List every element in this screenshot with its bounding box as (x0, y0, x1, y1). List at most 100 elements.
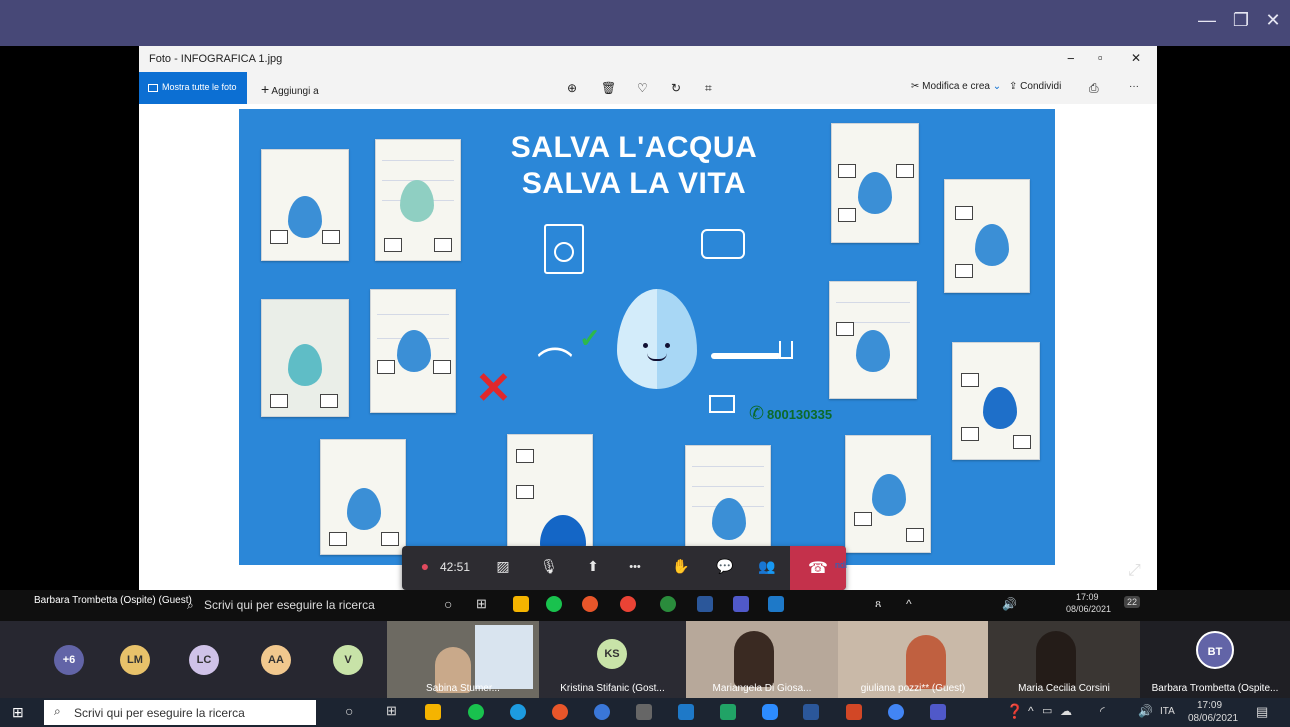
participant-video-tile[interactable]: Sabina Stumer... (387, 621, 539, 698)
teams-close-button[interactable]: ✕ (1262, 10, 1284, 30)
print-icon[interactable]: ⎙ (1089, 81, 1099, 96)
participant-name: Sabina Stumer... (426, 683, 500, 694)
chrome-icon[interactable] (552, 704, 568, 720)
add-to-button[interactable]: + Aggiungi a (261, 81, 319, 97)
infographic-image: SALVA L'ACQUA SALVA LA VITA ⌒ ✓ ✕ ✆ 8001… (239, 109, 1055, 565)
windows-start-icon[interactable]: ⊞ (12, 704, 24, 721)
clock-date[interactable]: 08/06/2021 (1188, 713, 1238, 724)
glass-icon (779, 341, 793, 359)
drawing-card (261, 299, 349, 417)
drawing-card (320, 439, 406, 555)
participant-video-tile[interactable]: giuliana pozzi** (Guest) (838, 621, 988, 698)
excel-icon[interactable] (720, 704, 736, 720)
photos-app-icon (768, 596, 784, 612)
shared-notification-badge: 22 (1124, 596, 1141, 608)
water-drop-illustration (617, 289, 697, 389)
participant-avatar[interactable]: V (333, 645, 363, 675)
participant-name: Mariangela Di Giosa... (712, 683, 812, 694)
drawing-card (375, 139, 461, 261)
rotate-icon[interactable]: ↻ (671, 81, 681, 95)
language-indicator[interactable]: ITA (1160, 706, 1175, 717)
word-icon[interactable] (803, 704, 819, 720)
delete-icon[interactable]: 🗑 (601, 81, 616, 95)
more-options-icon[interactable]: ··· (1129, 81, 1139, 92)
participant-video-tile[interactable]: Mariangela Di Giosa... (686, 621, 838, 698)
phone-hangup-icon: ☎ (808, 560, 828, 577)
action-center-icon[interactable]: ▤ (1256, 704, 1268, 720)
zoom-icon[interactable]: ⊕ (567, 81, 577, 95)
powerpoint-icon[interactable] (846, 704, 862, 720)
volume-icon[interactable]: 🔊 (1138, 704, 1153, 718)
favorite-icon[interactable]: ♡ (637, 81, 648, 95)
overflow-participants-button[interactable]: +6 (54, 645, 84, 675)
photos-minimize-button[interactable]: − (1067, 51, 1075, 66)
help-icon[interactable]: ❓ (1006, 703, 1023, 720)
file-explorer-icon[interactable] (425, 704, 441, 720)
expand-icon[interactable]: ⤢ (1128, 562, 1141, 580)
task-view-icon: ⊞ (476, 596, 487, 611)
shared-clock-date: 08/06/2021 (1066, 604, 1112, 614)
tray-chevron-icon[interactable]: ^ (1028, 704, 1034, 718)
edit-create-label: Modifica e crea (922, 81, 990, 92)
participant-avatar[interactable]: LM (120, 645, 150, 675)
participants-strip: +6 LM LC AA V Sabina Stumer... KS Kristi… (0, 621, 1290, 698)
cloud-icon[interactable]: ☁ (1060, 704, 1072, 718)
presenter-name: Barbara Trombetta (Ospite) (Guest) (34, 595, 192, 606)
network-icon[interactable]: ◜ (1100, 704, 1105, 718)
participant-video-tile[interactable]: Maria Cecilia Corsini (988, 621, 1140, 698)
camera-off-icon[interactable]: ▨ (488, 558, 518, 575)
participant-tile[interactable]: KS Kristina Stifanic (Gost... (539, 621, 686, 698)
photos-maximize-button[interactable]: ▫ (1098, 50, 1103, 65)
battery-icon[interactable]: ▭ (1042, 704, 1052, 717)
participant-avatar[interactable]: AA (261, 645, 291, 675)
opera-icon[interactable] (594, 704, 610, 720)
shower-icon: ⌒ (537, 345, 574, 386)
participants-icon[interactable]: 👥 (752, 558, 782, 575)
watering-can-icon (701, 229, 745, 259)
taskbar-search-box[interactable]: ⌕ Scrivi qui per eseguire la ricerca (44, 700, 316, 725)
phone-icon: ✆ (749, 403, 765, 423)
more-actions-button[interactable]: ••• (620, 561, 650, 573)
chat-icon[interactable]: 💬 (710, 558, 740, 575)
participant-name: Kristina Stifanic (Gost... (560, 683, 665, 694)
drawing-card (845, 435, 931, 553)
photos-close-button[interactable]: ✕ (1131, 51, 1141, 65)
crop-icon[interactable]: ⌗ (705, 81, 712, 96)
raise-hand-icon[interactable]: ✋ (666, 558, 696, 575)
share-button[interactable]: ⇪ Condividi (1009, 81, 1061, 92)
share-screen-icon[interactable]: ⬆ (578, 558, 608, 575)
calculator-icon[interactable] (636, 704, 652, 720)
meeting-controls: ● 42:51 ▨ 🎙 ⬆ ••• ✋ 💬 👥 (402, 546, 846, 590)
volume-icon: 🔊 (1002, 597, 1017, 611)
photos-title: Foto - INFOGRAFICA 1.jpg (149, 53, 283, 65)
share-icon: ⇪ (1009, 81, 1018, 92)
show-all-label: Mostra tutte le foto (162, 82, 237, 92)
zoom-app-icon[interactable] (762, 704, 778, 720)
participant-tile[interactable]: BT Barbara Trombetta (Ospite... (1140, 621, 1290, 698)
show-all-photos-button[interactable]: Mostra tutte le foto (139, 72, 247, 104)
edge-icon[interactable] (510, 704, 526, 720)
edit-create-button[interactable]: ✂ Modifica e crea ⌄ (911, 81, 1001, 92)
teams-icon[interactable] (930, 704, 946, 720)
clock-time[interactable]: 17:09 (1197, 700, 1222, 711)
photos-window: Foto - INFOGRAFICA 1.jpg − ▫ ✕ Mostra tu… (139, 46, 1157, 590)
photos-app-icon[interactable] (678, 704, 694, 720)
task-view-icon[interactable]: ⊞ (386, 703, 397, 719)
cortana-icon[interactable]: ○ (345, 703, 353, 719)
search-icon: ⌕ (54, 704, 61, 718)
participant-person (906, 635, 946, 689)
chrome-alt-icon (660, 596, 676, 612)
whatsapp-icon[interactable] (468, 704, 484, 720)
participant-person (734, 631, 774, 687)
file-explorer-icon (513, 596, 529, 612)
participant-avatar[interactable]: LC (189, 645, 219, 675)
chrome-alt-icon[interactable] (888, 704, 904, 720)
mic-off-icon[interactable]: 🎙 (534, 558, 564, 575)
teams-restore-button[interactable]: ❐ (1230, 10, 1252, 30)
whatsapp-icon (546, 596, 562, 612)
teams-minimize-button[interactable]: — (1196, 10, 1218, 30)
washing-machine-icon (544, 224, 584, 274)
drawing-card (261, 149, 349, 261)
teams-title-bar: — ❐ ✕ (0, 0, 1290, 46)
toothbrush-icon (711, 353, 781, 359)
